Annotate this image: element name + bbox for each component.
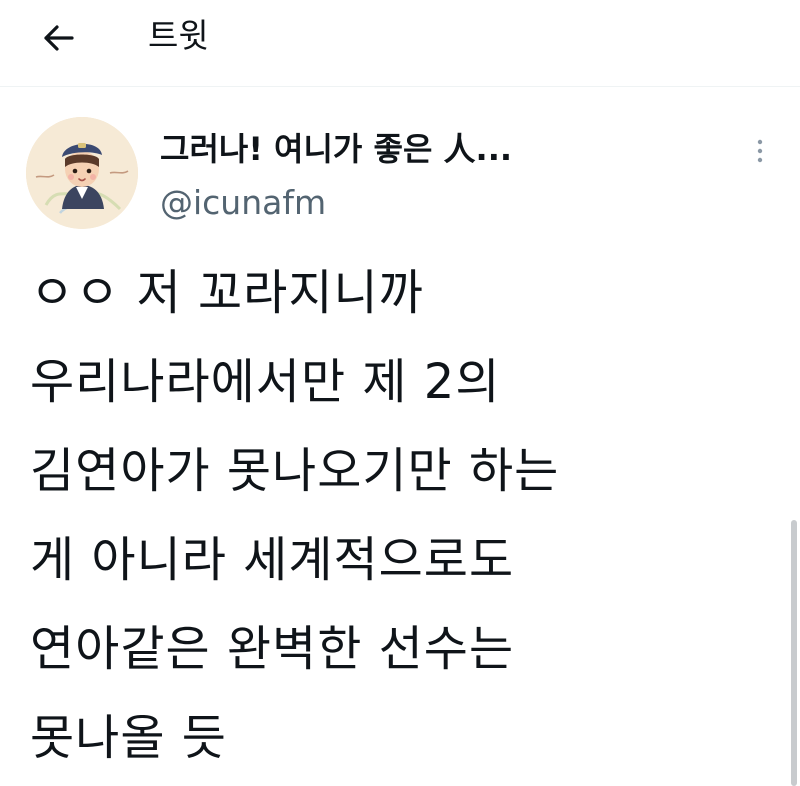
more-vertical-icon [757, 139, 763, 163]
back-button[interactable] [30, 14, 86, 62]
avatar[interactable] [26, 117, 138, 229]
cartoon-avatar-icon [26, 117, 138, 229]
user-handle[interactable]: @icunafm [160, 183, 326, 223]
tweet-text: ㅇㅇ 저 꼬라지니까 우리나라에서만 제 2의 김연아가 못나오기만 하는 게 … [30, 265, 560, 766]
top-bar: 트윗 [0, 0, 800, 87]
page-title: 트윗 [148, 16, 209, 55]
arrow-left-icon [44, 25, 74, 51]
scrollbar[interactable] [791, 520, 797, 786]
tweet: 그러나! 여니가 좋은 人... @icunafm ㅇㅇ 저 꼬라지니까 우리나… [0, 87, 800, 786]
display-name[interactable]: 그러나! 여니가 좋은 人... [160, 129, 512, 169]
more-options-button[interactable] [744, 131, 776, 171]
